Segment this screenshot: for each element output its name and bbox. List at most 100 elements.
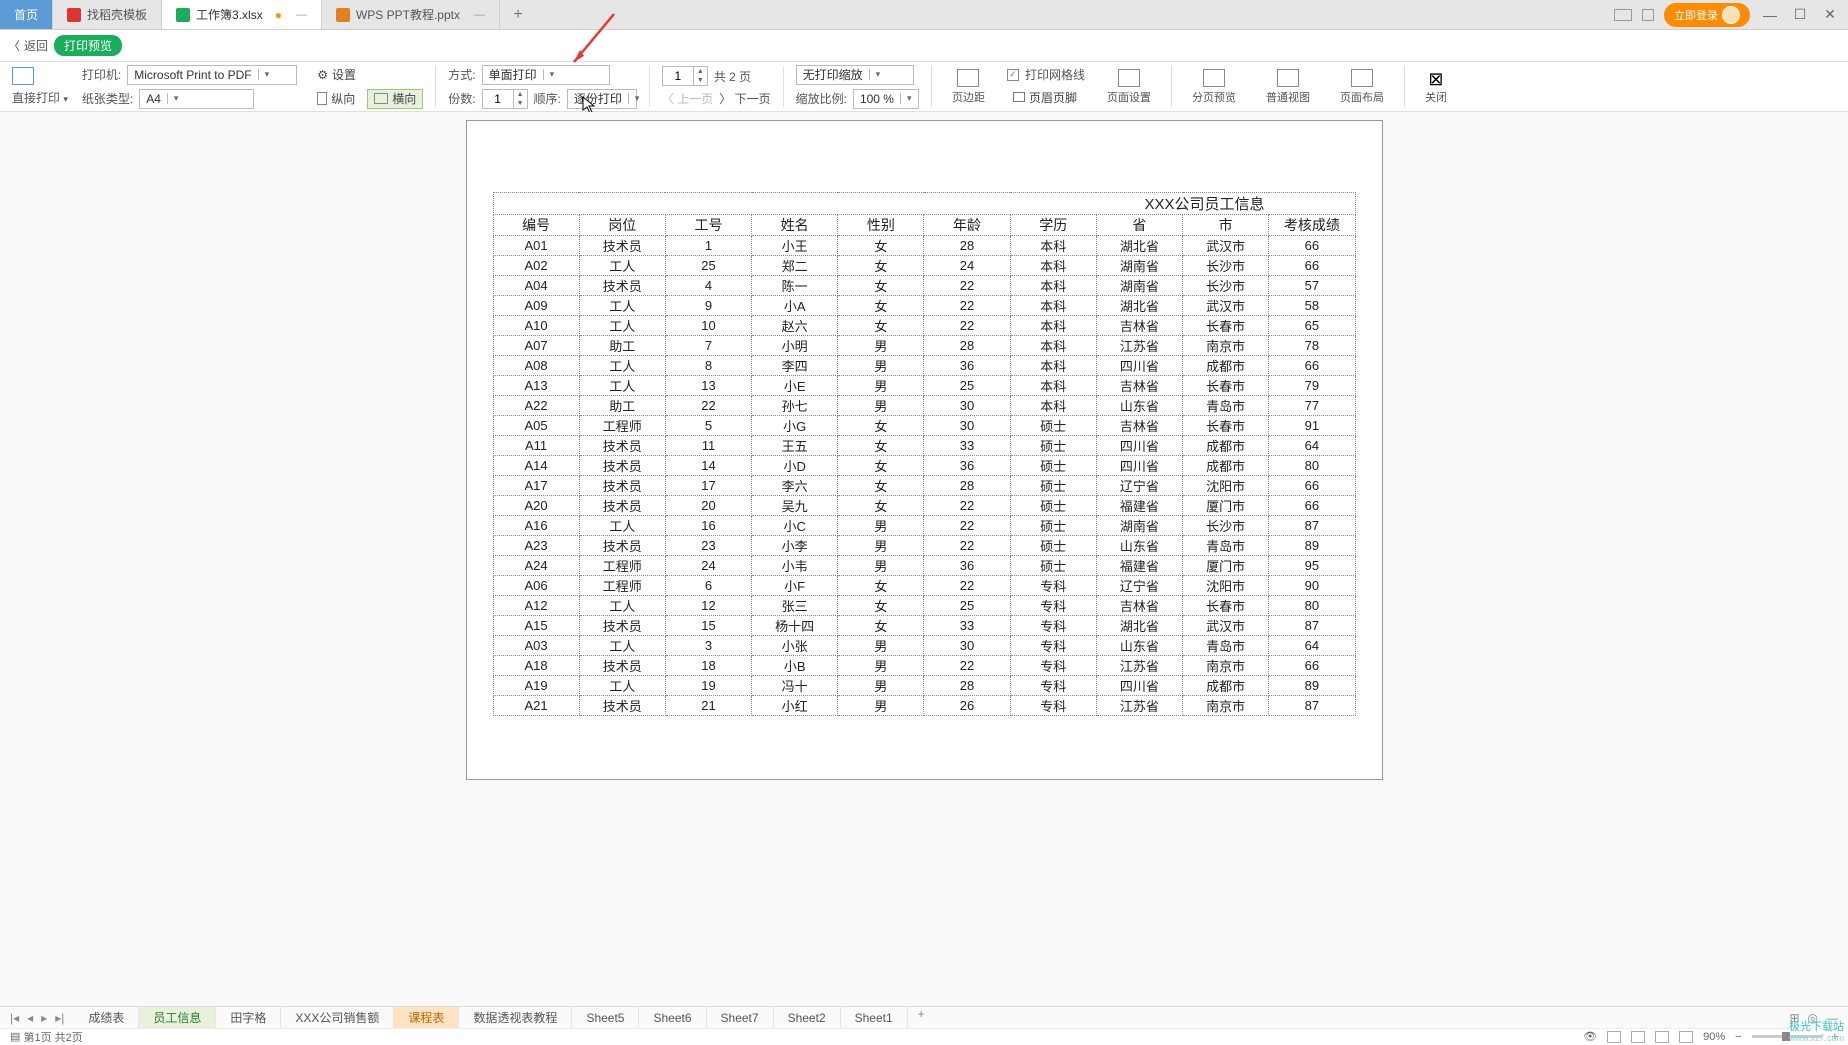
next-page-button[interactable]: 〉 下一页 (719, 90, 770, 107)
table-cell: 本科 (1010, 276, 1096, 296)
settings-button[interactable]: ⚙设置 (311, 65, 423, 85)
tab-close[interactable]: — (296, 9, 307, 21)
spin-down-icon[interactable]: ▼ (514, 99, 527, 108)
view-normal-icon[interactable] (1607, 1031, 1621, 1043)
sheet-last-icon[interactable]: ▸| (55, 1011, 64, 1025)
mode-combo[interactable]: 单面打印▾ (482, 65, 610, 85)
view-pagelayout-icon[interactable] (1631, 1031, 1645, 1043)
table-cell: 工人 (579, 316, 665, 336)
spin-up-icon[interactable]: ▲ (514, 90, 527, 99)
close-preview-button[interactable]: ⊠关闭 (1417, 67, 1455, 107)
pagebreak-button[interactable]: 分页预览 (1184, 67, 1244, 107)
tab-close[interactable]: — (474, 9, 485, 21)
direct-print-button[interactable]: 直接打印 ▾ (12, 89, 68, 106)
grid-icon[interactable] (1642, 9, 1654, 21)
table-cell: A04 (493, 276, 579, 296)
close-button[interactable]: ✕ (1820, 6, 1840, 23)
sheet-tab-1[interactable]: 成绩表 (74, 1007, 139, 1028)
panel-icon[interactable] (1614, 9, 1632, 21)
table-cell: 22 (924, 656, 1010, 676)
printer-icon[interactable] (12, 67, 34, 85)
gridlines-checkbox[interactable]: ✓ (1007, 69, 1019, 81)
avatar-icon (1722, 6, 1740, 24)
prev-page-button[interactable]: 〈 上一页 (662, 90, 713, 107)
page-input[interactable] (663, 69, 693, 83)
table-cell: 助工 (579, 336, 665, 356)
sheet-tab-5[interactable]: 课程表 (394, 1007, 459, 1028)
paper-combo[interactable]: A4▾ (139, 89, 254, 109)
table-cell: 硕士 (1010, 556, 1096, 576)
table-cell: 18 (665, 656, 751, 676)
zoom-out-button[interactable]: − (1735, 1031, 1741, 1043)
printer-combo[interactable]: Microsoft Print to PDF▾ (127, 65, 297, 85)
eye-icon[interactable]: 👁 (1583, 1030, 1597, 1043)
pagelayout-button[interactable]: 页面布局 (1332, 67, 1392, 107)
scale-mode-combo[interactable]: 无打印缩放▾ (796, 65, 914, 85)
sheet-tab-6[interactable]: 数据透视表教程 (459, 1007, 572, 1028)
normalview-button[interactable]: 普通视图 (1258, 67, 1318, 107)
pagesetup-button[interactable]: 页面设置 (1099, 67, 1159, 107)
tab-templates[interactable]: 找稻壳模板 (53, 0, 162, 29)
next-label: 下一页 (735, 92, 771, 106)
minimize-button[interactable]: — (1760, 7, 1780, 23)
sheet-tab-8[interactable]: Sheet6 (639, 1007, 706, 1028)
table-header: 姓名 (752, 215, 838, 236)
table-cell: 助工 (579, 396, 665, 416)
copies-spinner[interactable]: ▲▼ (482, 89, 528, 109)
sheet-label: 田字格 (230, 1009, 266, 1026)
maximize-button[interactable]: ☐ (1790, 6, 1810, 23)
new-tab-button[interactable]: + (500, 0, 536, 29)
portrait-button[interactable]: 纵向 (311, 89, 361, 109)
scale-combo[interactable]: 100 %▾ (853, 89, 919, 109)
table-cell: 专科 (1010, 636, 1096, 656)
sheet-tab-9[interactable]: Sheet7 (707, 1007, 774, 1028)
table-cell: 22 (665, 396, 751, 416)
sheet-tab-7[interactable]: Sheet5 (572, 1007, 639, 1028)
login-button[interactable]: 立即登录 (1664, 3, 1750, 27)
table-cell: 成都市 (1183, 356, 1269, 376)
spin-down-icon[interactable]: ▼ (694, 76, 707, 85)
table-cell: 男 (838, 636, 924, 656)
view-pagebreak-icon[interactable] (1655, 1031, 1669, 1043)
printer-label: 打印机: (82, 66, 121, 83)
copies-input[interactable] (483, 92, 513, 106)
table-row: A12工人12张三女25专科吉林省长春市80 (493, 596, 1355, 616)
sheet-next-icon[interactable]: ▸ (41, 1011, 47, 1025)
landscape-button[interactable]: 横向 (367, 89, 423, 109)
table-cell: 硕士 (1010, 436, 1096, 456)
table-cell: 女 (838, 496, 924, 516)
sheet-tab-11[interactable]: Sheet1 (841, 1007, 908, 1028)
add-sheet-button[interactable]: + (908, 1007, 935, 1028)
table-header: 学历 (1010, 215, 1096, 236)
back-button[interactable]: 〈 返回 (8, 37, 48, 54)
pagelayout-label: 页面布局 (1340, 89, 1384, 105)
table-cell: 专科 (1010, 616, 1096, 636)
table-row: A16工人16小C男22硕士湖南省长沙市87 (493, 516, 1355, 536)
table-cell: 硕士 (1010, 536, 1096, 556)
tab-workbook[interactable]: 工作簿3.xlsx ● — (162, 0, 322, 29)
table-cell: 66 (1269, 256, 1355, 276)
sheet-first-icon[interactable]: |◂ (10, 1011, 19, 1025)
sheet-tab-4[interactable]: XXX公司销售额 (281, 1007, 394, 1028)
sheet-tab-10[interactable]: Sheet2 (774, 1007, 841, 1028)
tab-ppt[interactable]: WPS PPT教程.pptx — (322, 0, 500, 29)
sheet-prev-icon[interactable]: ◂ (27, 1011, 33, 1025)
table-cell: 冯十 (752, 676, 838, 696)
table-cell: 小王 (752, 236, 838, 256)
table-cell: 33 (924, 616, 1010, 636)
sheet-tab-3[interactable]: 田字格 (216, 1007, 281, 1028)
tab-home[interactable]: 首页 (0, 0, 53, 29)
spin-up-icon[interactable]: ▲ (694, 67, 707, 76)
table-cell: 技术员 (579, 656, 665, 676)
table-cell: 79 (1269, 376, 1355, 396)
table-row: A01技术员1小王女28本科湖北省武汉市66 (493, 236, 1355, 256)
table-cell: 成都市 (1183, 436, 1269, 456)
table-cell: A01 (493, 236, 579, 256)
margins-button[interactable]: 页边距 (944, 67, 993, 107)
table-cell: 本科 (1010, 336, 1096, 356)
order-combo[interactable]: 逐份打印▾ (567, 89, 637, 109)
headerfooter-button[interactable]: 页眉页脚 (1007, 87, 1085, 107)
view-readmode-icon[interactable] (1679, 1031, 1693, 1043)
page-spinner[interactable]: ▲▼ (662, 66, 708, 86)
sheet-tab-2[interactable]: 员工信息 (139, 1007, 216, 1028)
